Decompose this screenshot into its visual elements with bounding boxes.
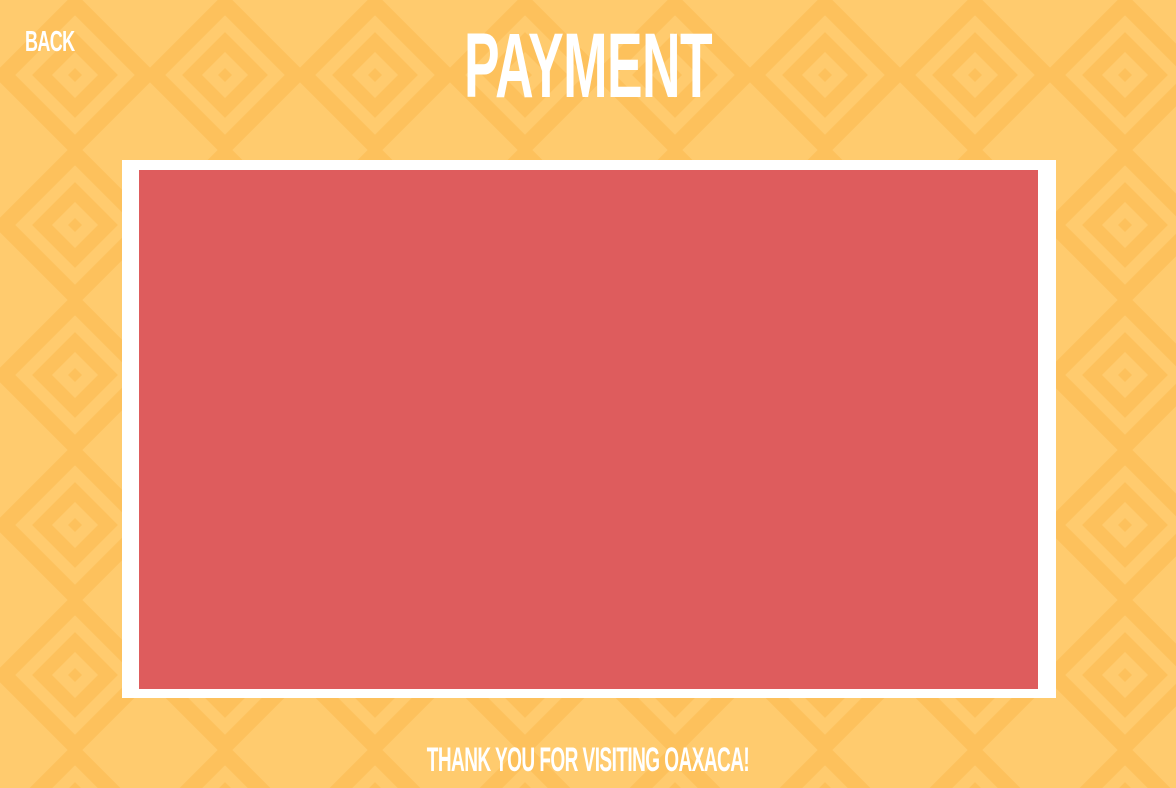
- footer-message: THANK YOU FOR VISITING OAXACA!: [426, 741, 750, 779]
- payment-panel: [139, 170, 1038, 689]
- payment-frame: [122, 160, 1056, 698]
- back-button[interactable]: BACK: [25, 28, 75, 57]
- page-title: PAYMENT: [464, 15, 713, 117]
